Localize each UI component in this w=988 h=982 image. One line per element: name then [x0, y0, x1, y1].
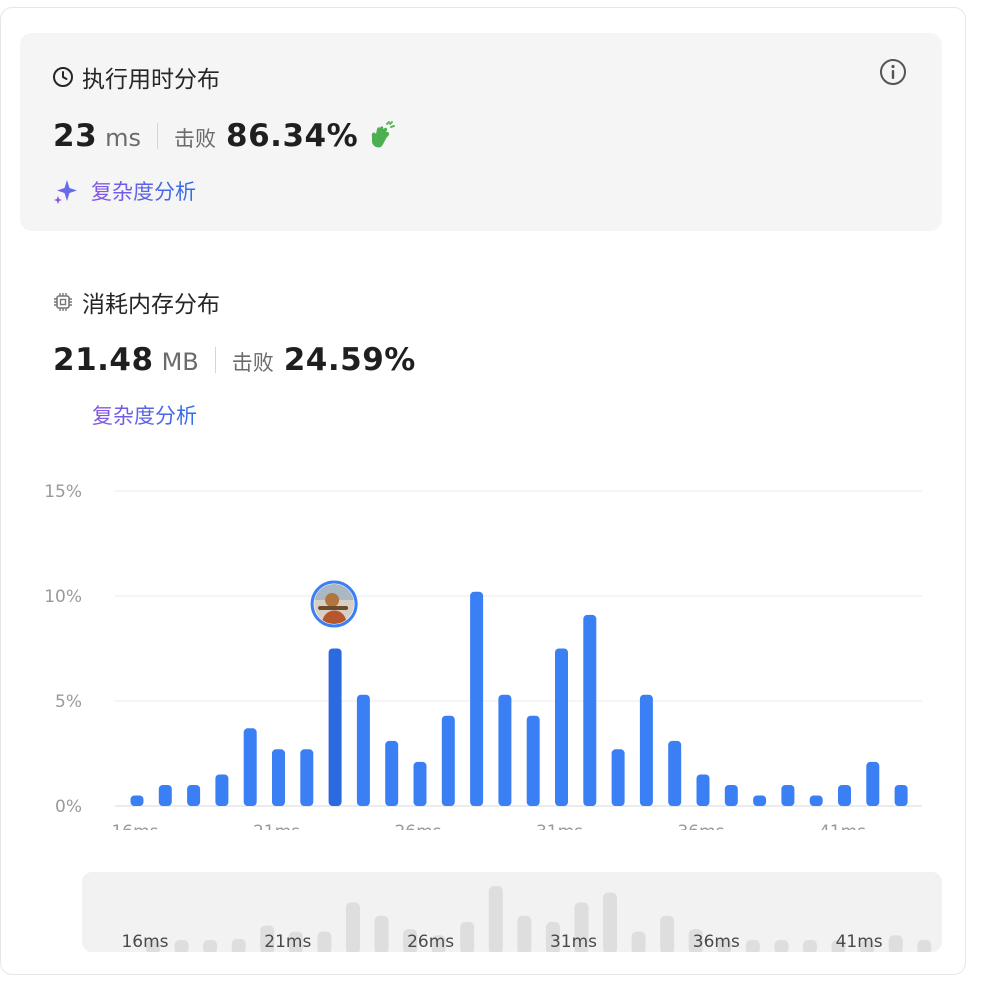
minimap-bar [802, 940, 817, 952]
chart-bar[interactable] [555, 648, 568, 807]
chart-bar[interactable] [413, 761, 427, 806]
minimap-tick-label: 16ms [121, 932, 168, 952]
memory-title-row: 消耗内存分布 [52, 285, 220, 319]
minimap-bar [345, 902, 360, 952]
minimap-bar [231, 938, 246, 952]
chart-bar[interactable] [272, 749, 285, 806]
info-icon[interactable] [879, 58, 907, 86]
y-tick-label: 5% [55, 692, 82, 712]
memory-stats: 21.48 MB 击败 24.59% [53, 342, 416, 378]
chart-bar[interactable] [583, 614, 597, 806]
memory-beats-label: 击败 [231, 351, 274, 375]
chart-bar[interactable] [187, 785, 201, 806]
minimap-bar [374, 915, 389, 952]
runtime-distribution-chart[interactable]: 0% 5% 10% 15% 16ms 21ms 26ms 31ms 36ms 41ms [0, 470, 988, 830]
minimap-bar [174, 940, 189, 952]
chart-bar[interactable] [866, 761, 880, 806]
minimap-bar [917, 940, 932, 952]
minimap-bar [660, 915, 675, 952]
chart-bar[interactable] [356, 694, 370, 806]
x-tick-label: 21ms [253, 822, 300, 830]
minimap-bar [631, 931, 646, 952]
minimap-bar [745, 940, 760, 952]
chip-icon [52, 291, 74, 313]
memory-value: 21.48 [53, 342, 154, 378]
chart-bar[interactable] [611, 749, 625, 806]
runtime-unit: ms [105, 124, 142, 152]
sparkle-icon [53, 176, 81, 206]
x-tick-label: 16ms [111, 822, 158, 830]
y-tick-label: 0% [55, 797, 82, 817]
chart-bar[interactable] [243, 728, 257, 806]
runtime-beats-label: 击败 [174, 127, 217, 151]
chart-bar[interactable] [498, 694, 512, 806]
runtime-analysis-label: 复杂度分析 [91, 176, 196, 206]
minimap-tick-label: 41ms [836, 932, 883, 952]
divider [157, 123, 159, 149]
chart-bar[interactable] [215, 774, 229, 807]
chart-bar[interactable] [158, 785, 172, 806]
chart-bar[interactable] [668, 740, 682, 806]
memory-analysis-label: 复杂度分析 [92, 400, 197, 430]
chart-bar[interactable] [300, 749, 314, 806]
runtime-title: 执行用时分布 [82, 67, 220, 93]
minimap-tick-label: 36ms [693, 932, 740, 952]
runtime-stats: 23 ms 击败 86.34% [53, 118, 396, 154]
minimap-bar [517, 915, 532, 952]
chart-bar[interactable] [809, 795, 823, 807]
memory-analysis-link[interactable]: 复杂度分析 [92, 400, 197, 430]
chart-bar[interactable] [328, 648, 342, 807]
x-tick-label: 31ms [536, 822, 583, 830]
y-tick-label: 15% [44, 482, 82, 502]
chart-bar[interactable] [696, 774, 710, 807]
memory-title: 消耗内存分布 [82, 292, 220, 318]
minimap-bar [203, 940, 218, 952]
memory-unit: MB [161, 348, 199, 376]
x-tick-label: 41ms [819, 822, 866, 830]
chart-bar[interactable] [724, 785, 738, 806]
x-tick-label: 26ms [394, 822, 441, 830]
memory-beats-value: 24.59% [283, 342, 416, 378]
minimap-tick-label: 21ms [264, 932, 311, 952]
runtime-title-row: 执行用时分布 [52, 60, 220, 94]
y-tick-label: 10% [44, 587, 82, 607]
chart-bar[interactable] [894, 785, 908, 806]
chart-bar[interactable] [130, 795, 144, 807]
minimap-bar [774, 940, 789, 952]
chart-bar[interactable] [441, 715, 455, 806]
x-tick-label: 36ms [677, 822, 724, 830]
chart-bar[interactable] [838, 785, 851, 806]
minimap-bar [603, 892, 618, 952]
chart-bar[interactable] [753, 795, 767, 807]
clapping-hands-icon [366, 121, 396, 151]
range-minimap[interactable]: 16ms 21ms 26ms 31ms 36ms 41ms [82, 872, 942, 952]
minimap-tick-label: 26ms [407, 932, 454, 952]
runtime-value: 23 [53, 118, 98, 154]
chart-bar[interactable] [385, 740, 399, 806]
minimap-bar [460, 921, 475, 952]
user-avatar [310, 580, 358, 628]
minimap-bar [488, 886, 503, 952]
minimap-bar [888, 935, 903, 952]
minimap-bar [317, 931, 332, 952]
chart-bar[interactable] [526, 715, 540, 806]
minimap-chart: 16ms 21ms 26ms 31ms 36ms 41ms [121, 886, 932, 952]
divider [214, 347, 216, 373]
chart-bar[interactable] [781, 785, 795, 806]
runtime-analysis-link[interactable]: 复杂度分析 [53, 176, 196, 206]
minimap-tick-label: 31ms [550, 932, 597, 952]
clock-icon [52, 66, 74, 88]
chart-bar[interactable] [639, 694, 653, 806]
chart-bar[interactable] [470, 591, 484, 806]
runtime-beats-value: 86.34% [226, 118, 359, 154]
